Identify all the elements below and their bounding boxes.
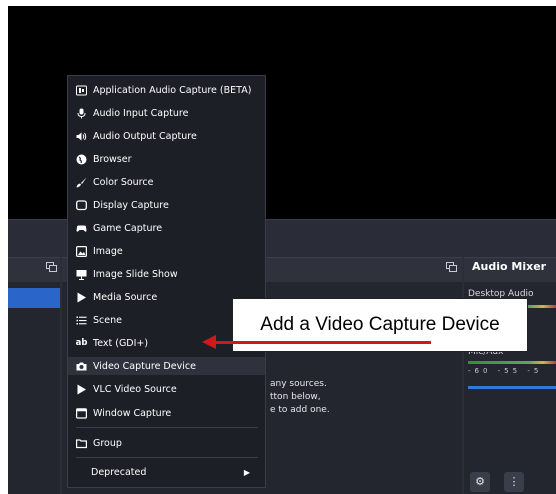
undock-icon[interactable] — [446, 262, 457, 272]
menu-separator — [76, 427, 258, 428]
menu-item-label: Scene — [93, 314, 122, 326]
play-icon — [76, 292, 87, 303]
menu-item-label: Color Source — [93, 176, 154, 188]
menu-item-label: Image — [93, 245, 123, 257]
window-icon — [76, 407, 87, 419]
gamepad-icon — [76, 223, 87, 234]
menu-item-image-slide-show[interactable]: Image Slide Show — [76, 265, 178, 283]
menu-item-image[interactable]: Image — [76, 242, 123, 260]
list-icon — [76, 315, 87, 326]
chevron-right-icon: ▶ — [243, 467, 250, 477]
menu-item-label: Audio Output Capture — [93, 130, 197, 142]
menu-separator — [76, 457, 258, 458]
speaker-icon — [76, 131, 87, 142]
menu-item-deprecated[interactable]: Deprecated ▶ — [76, 463, 258, 481]
audio-mixer-title: Audio Mixer — [472, 260, 547, 273]
menu-item-label: Deprecated — [91, 466, 147, 478]
scenes-list[interactable] — [8, 282, 60, 494]
undock-icon[interactable] — [46, 262, 57, 272]
menu-item-label: Display Capture — [93, 199, 169, 211]
sources-hint-line-1: any sources. — [270, 379, 327, 389]
globe-icon — [76, 154, 87, 165]
mic-volume-meter — [468, 361, 556, 364]
meter-scale: -60 -55 -5 — [468, 367, 543, 375]
microphone-icon — [76, 108, 87, 119]
mic-volume-slider[interactable] — [468, 386, 556, 389]
menu-item-game-capture[interactable]: Game Capture — [76, 219, 162, 237]
menu-item-audio-output-capture[interactable]: Audio Output Capture — [76, 127, 197, 145]
menu-item-media-source[interactable]: Media Source — [76, 288, 157, 306]
menu-item-app-audio-capture[interactable]: Application Audio Capture (BETA) — [76, 81, 251, 99]
menu-item-video-capture-device[interactable]: Video Capture Device — [68, 357, 265, 375]
menu-item-label: Media Source — [93, 291, 158, 303]
menu-item-label: Browser — [93, 153, 132, 165]
sources-hint-line-2: tton below, — [270, 392, 321, 402]
annotation-arrow-line — [214, 341, 431, 344]
app-audio-icon — [76, 85, 87, 96]
menu-item-browser[interactable]: Browser — [76, 150, 132, 168]
image-icon — [76, 245, 87, 257]
menu-item-group[interactable]: Group — [76, 434, 122, 452]
annotation-arrow-head-icon — [202, 335, 216, 349]
menu-item-label: Audio Input Capture — [93, 107, 189, 119]
annotation-text: Add a Video Capture Device — [260, 314, 500, 335]
menu-item-label: Group — [93, 437, 122, 449]
camera-icon — [76, 361, 87, 372]
text-icon: ab — [75, 337, 88, 348]
menu-item-window-capture[interactable]: Window Capture — [76, 404, 171, 422]
menu-item-display-capture[interactable]: Display Capture — [76, 196, 169, 214]
menu-item-scene[interactable]: Scene — [76, 311, 122, 329]
scenes-dock-header — [8, 257, 60, 283]
play-icon — [76, 384, 87, 395]
menu-item-label: Game Capture — [93, 222, 163, 234]
menu-item-label: Image Slide Show — [93, 268, 178, 280]
mixer-menu-button[interactable]: ⋮ — [504, 472, 524, 492]
menu-item-audio-input-capture[interactable]: Audio Input Capture — [76, 104, 188, 122]
add-source-menu: Application Audio Capture (BETA) Audio I… — [67, 75, 266, 488]
selected-scene-row[interactable] — [8, 288, 60, 308]
paintbrush-icon — [76, 177, 87, 188]
menu-item-label: VLC Video Source — [93, 383, 177, 395]
menu-item-label: Window Capture — [93, 407, 172, 419]
sources-hint-line-3: e to add one. — [270, 405, 330, 415]
menu-item-label: Application Audio Capture (BETA) — [93, 84, 252, 96]
menu-item-color-source[interactable]: Color Source — [76, 173, 153, 191]
slideshow-icon — [76, 269, 87, 280]
menu-item-text-gdi[interactable]: ab Text (GDI+) — [75, 334, 149, 352]
advanced-audio-button[interactable]: ⚙ — [470, 472, 490, 492]
monitor-icon — [76, 199, 87, 211]
folder-icon — [76, 438, 87, 449]
menu-item-vlc-video-source[interactable]: VLC Video Source — [76, 380, 177, 398]
menu-item-label: Text (GDI+) — [93, 337, 149, 349]
menu-item-label: Video Capture Device — [93, 360, 196, 372]
